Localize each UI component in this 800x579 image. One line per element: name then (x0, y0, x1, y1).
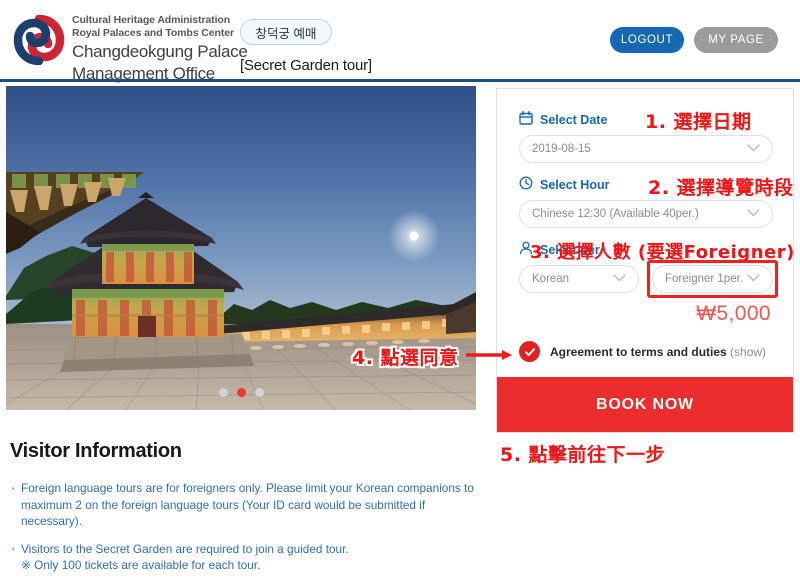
header-divider (0, 79, 800, 82)
palace-hero-image[interactable] (6, 86, 476, 410)
korean-booking-pill[interactable]: 창덕궁 예매 (240, 19, 332, 45)
brand-text: Cultural Heritage Administration Royal P… (72, 14, 248, 83)
calendar-icon (519, 111, 533, 128)
select-hour-dropdown[interactable]: Chinese 12:30 (Available 40per.) (519, 200, 773, 228)
select-language-value: Korean (532, 273, 570, 285)
select-foreigner-value: Foreigner 1per. (665, 273, 743, 285)
my-page-button[interactable]: MY PAGE (694, 27, 778, 53)
logout-button[interactable]: LOGOUT (610, 27, 684, 53)
carousel-dot-2[interactable] (236, 388, 246, 397)
select-per-label-row: Select per. (519, 241, 603, 258)
visitor-info-subnote: ※ Only 100 tickets are available for eac… (21, 558, 261, 572)
list-item: Foreign language tours are for foreigner… (10, 479, 480, 530)
select-hour-label-row: Select Hour (519, 176, 609, 193)
select-date-label-row: Select Date (519, 111, 607, 128)
person-icon (519, 241, 533, 258)
agreement-row[interactable]: Agreement to terms and duties (show) (519, 341, 766, 362)
visitor-information-heading: Visitor Information (10, 440, 182, 462)
annotation-step-5: 5. 點擊前往下一步 (500, 444, 666, 466)
booking-panel: Select Date 2019-08-15 Select Hour Chine… (496, 88, 794, 433)
chevron-down-icon (747, 143, 760, 155)
select-foreigner-dropdown[interactable]: Foreigner 1per. (652, 265, 773, 293)
select-date-dropdown[interactable]: 2019-08-15 (519, 135, 773, 163)
carousel-dots[interactable] (6, 388, 476, 397)
org-line-1: Cultural Heritage Administration (72, 14, 231, 26)
agreement-label: Agreement to terms and duties (show) (550, 345, 766, 359)
visitor-info-text-1: Foreign language tours are for foreigner… (21, 481, 474, 528)
select-hour-value: Chinese 12:30 (Available 40per.) (532, 208, 699, 220)
chevron-down-icon (747, 208, 760, 220)
visitor-information-list: Foreign language tours are for foreigner… (10, 479, 480, 574)
select-date-label: Select Date (540, 112, 608, 127)
select-hour-label: Select Hour (540, 177, 610, 192)
clock-icon (519, 176, 533, 193)
carousel-dot-3[interactable] (254, 388, 264, 397)
chevron-down-icon (747, 273, 760, 285)
book-now-button[interactable]: BOOK NOW (497, 377, 793, 432)
site-header: Cultural Heritage Administration Royal P… (0, 0, 800, 83)
list-item: Visitors to the Secret Garden are requir… (10, 540, 480, 574)
total-price: ₩5,000 (696, 302, 771, 325)
org-main-line-1: Changdeokgung Palace (72, 42, 248, 61)
visitor-information-section: Visitor Information Foreign language tou… (10, 440, 480, 579)
visitor-info-text-2: Visitors to the Secret Garden are requir… (21, 541, 349, 556)
check-circle-icon[interactable] (519, 341, 540, 362)
select-per-label: Select per. (540, 242, 603, 257)
agreement-text: Agreement to terms and duties (550, 344, 727, 359)
carousel-dot-1[interactable] (218, 388, 228, 397)
select-date-value: 2019-08-15 (532, 143, 591, 155)
chevron-down-icon (613, 273, 626, 285)
agreement-show-link[interactable]: (show) (730, 345, 766, 359)
org-line-2: Royal Palaces and Tombs Center (72, 26, 234, 39)
korea-taegeuk-logo-icon (10, 14, 68, 66)
page-root: Cultural Heritage Administration Royal P… (0, 0, 800, 579)
page-title: [Secret Garden tour] (240, 57, 372, 74)
select-language-dropdown[interactable]: Korean (519, 265, 639, 293)
